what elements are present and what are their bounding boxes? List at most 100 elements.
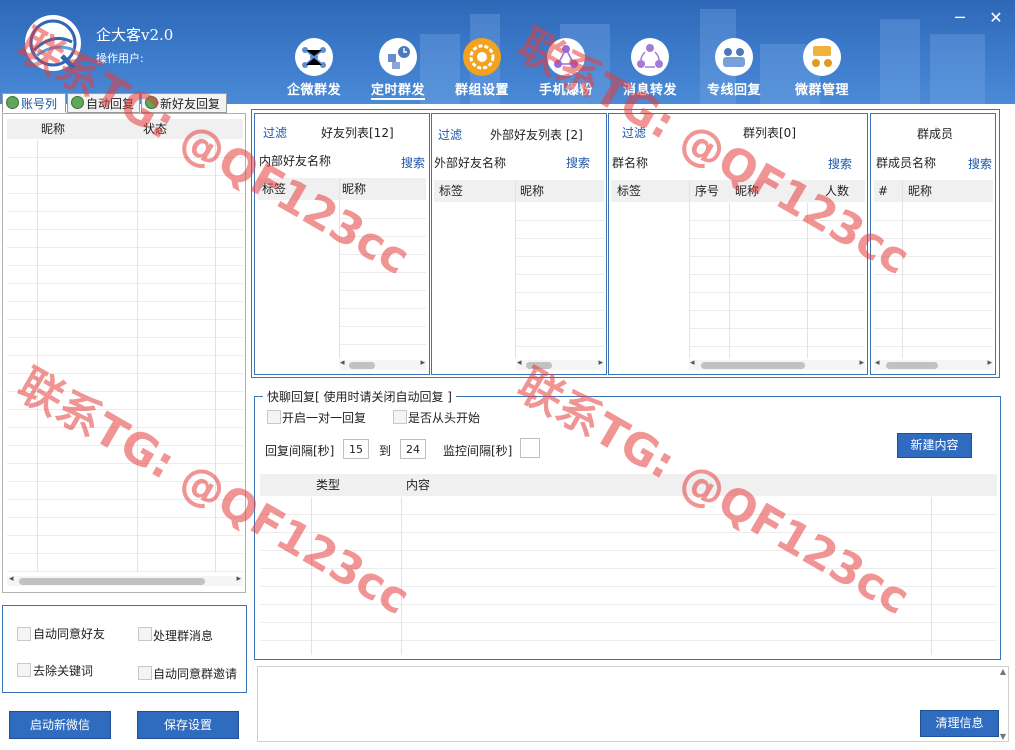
app-title: 企大客v2.0 [96,26,174,44]
col-tag: 标签 [262,182,287,196]
nav-group-management[interactable]: 微群管理 [786,38,858,102]
one-to-one-label: 开启一对一回复 [282,411,367,425]
group-search-label: 群名称 [612,156,649,170]
tab-label: 自动回复 [86,97,135,111]
phone-network-icon [547,38,585,76]
quick-reply-legend: 快聊回复[ 使用时请关闭自动回复 ] [263,388,456,405]
handle-group-msg-label: 处理群消息 [153,629,214,643]
nav-message-forward[interactable]: 消息转发 [614,38,686,102]
col-nickname: 昵称 [735,184,760,198]
friend-list-title: 好友列表[12] [321,126,394,140]
tab-account-list[interactable]: 账号列 [2,93,66,113]
col-content: 内容 [406,478,431,492]
handle-group-msg-checkbox[interactable] [138,627,152,641]
col-tag: 标签 [439,184,464,198]
tab-new-friend-reply[interactable]: 新好友回复 [141,93,227,113]
nav-label: 企微群发 [286,83,341,98]
tab-icon [6,96,19,109]
share-nodes-icon [295,38,333,76]
friend-search-button[interactable]: 搜索 [401,154,425,171]
friend-hscrollbar[interactable]: ◂ ▸ [339,358,426,370]
members-table-body[interactable] [874,203,993,358]
col-nickname: 昵称 [41,122,66,136]
external-list-panel: 过滤 外部好友列表 [2] 外部好友名称 搜索 标签 昵称 ◂ ▸ [431,113,607,375]
members-search-button[interactable]: 搜索 [968,155,992,172]
col-nickname: 昵称 [520,184,545,198]
group-members-panel: 群成员 群成员名称 搜索 # 昵称 ◂ ▸ [870,113,996,375]
account-hscrollbar[interactable]: ◂ ▸ [7,574,243,586]
interval-to-input[interactable]: 24 [400,439,426,459]
new-content-button[interactable]: 新建内容 [897,433,972,458]
nav-label: 群组设置 [454,83,509,98]
nav-scheduled-send[interactable]: 定时群发 [362,38,434,102]
nav-qiwei-mass-send[interactable]: 企微群发 [278,38,350,102]
log-textarea[interactable]: ▲ ▼ [257,666,1009,742]
external-table-body[interactable] [516,203,604,358]
nav-label: 专线回复 [706,83,761,98]
external-filter-link[interactable]: 过滤 [438,126,462,143]
tab-icon [71,96,84,109]
group-hscrollbar[interactable]: ◂ ▸ [689,358,865,370]
options-panel: 自动同意好友 处理群消息 去除关键词 自动同意群邀请 [2,605,247,693]
save-settings-button[interactable]: 保存设置 [137,711,239,739]
from-start-checkbox[interactable] [393,410,407,424]
reply-table-body[interactable] [260,497,997,655]
scroll-down-arrow[interactable]: ▼ [1000,732,1006,741]
nav-label: 消息转发 [622,83,677,98]
tab-label: 新好友回复 [160,97,221,111]
tab-label: 账号列 [21,97,58,111]
to-label: 到 [379,444,392,458]
minimize-button[interactable]: ─ [950,8,970,27]
nav-phone-fans[interactable]: 手机爆粉 [530,38,602,102]
members-hscrollbar[interactable]: ◂ ▸ [874,358,993,370]
monitor-input[interactable] [520,438,540,458]
nav-dedicated-reply[interactable]: 专线回复 [698,38,770,102]
group-manage-icon [803,38,841,76]
col-nickname: 昵称 [908,184,933,198]
friend-table-body[interactable] [339,201,426,358]
title-bar: 企大客v2.0 操作用户: ─ ✕ 企微群发 定时群发 群组设置 手机爆粉 消息… [0,0,1015,104]
close-button[interactable]: ✕ [986,8,1006,27]
group-members-title: 群成员 [917,127,954,141]
monitor-label: 监控间隔[秒] [443,444,513,458]
nav-group-settings[interactable]: 群组设置 [446,38,518,102]
auto-accept-group-invite-checkbox[interactable] [138,666,152,680]
clock-boxes-icon [379,38,417,76]
group-search-button[interactable]: 搜索 [828,155,852,172]
group-table-body[interactable] [689,203,865,358]
group-table-header: 标签 序号 昵称 人数 [611,180,865,202]
group-filter-link[interactable]: 过滤 [622,124,646,141]
quick-reply-group: 快聊回复[ 使用时请关闭自动回复 ] 开启一对一回复 是否从头开始 回复间隔[秒… [254,388,1001,660]
nav-label: 微群管理 [794,83,849,98]
clear-info-button[interactable]: 清理信息 [920,710,999,737]
app-logo-icon [25,15,81,71]
group-list-title: 群列表[0] [743,126,796,140]
auto-accept-friend-label: 自动同意好友 [33,627,106,641]
external-search-label: 外部好友名称 [434,156,507,170]
members-table-header: # 昵称 [874,180,993,202]
auto-accept-group-invite-label: 自动同意群邀请 [153,667,238,681]
external-hscrollbar[interactable]: ◂ ▸ [516,358,604,370]
members-search-label: 群成员名称 [876,156,937,170]
start-wechat-button[interactable]: 启动新微信 [9,711,111,739]
col-index: 序号 [695,184,720,198]
col-nickname: 昵称 [342,182,367,196]
from-start-label: 是否从头开始 [408,411,481,425]
friend-filter-link[interactable]: 过滤 [263,124,287,141]
interval-from-input[interactable]: 15 [343,439,369,459]
auto-accept-friend-checkbox[interactable] [17,627,31,641]
external-list-title: 外部好友列表 [2] [490,128,583,142]
friend-list-panel: 过滤 好友列表[12] 内部好友名称 搜索 标签 昵称 ◂ ▸ [254,113,430,375]
nav-label: 定时群发 [370,79,425,100]
remove-keywords-label: 去除关键词 [33,664,94,678]
team-reply-icon [715,38,753,76]
remove-keywords-checkbox[interactable] [17,663,31,677]
col-count: 人数 [825,184,850,198]
account-list-panel: 昵称 状态 ◂ ▸ [2,113,246,593]
external-search-button[interactable]: 搜索 [566,154,590,171]
account-table-body[interactable] [7,140,243,572]
one-to-one-checkbox[interactable] [267,410,281,424]
tab-auto-reply[interactable]: 自动回复 [67,93,140,113]
scroll-up-arrow[interactable]: ▲ [1000,667,1006,676]
col-type: 类型 [316,478,341,492]
